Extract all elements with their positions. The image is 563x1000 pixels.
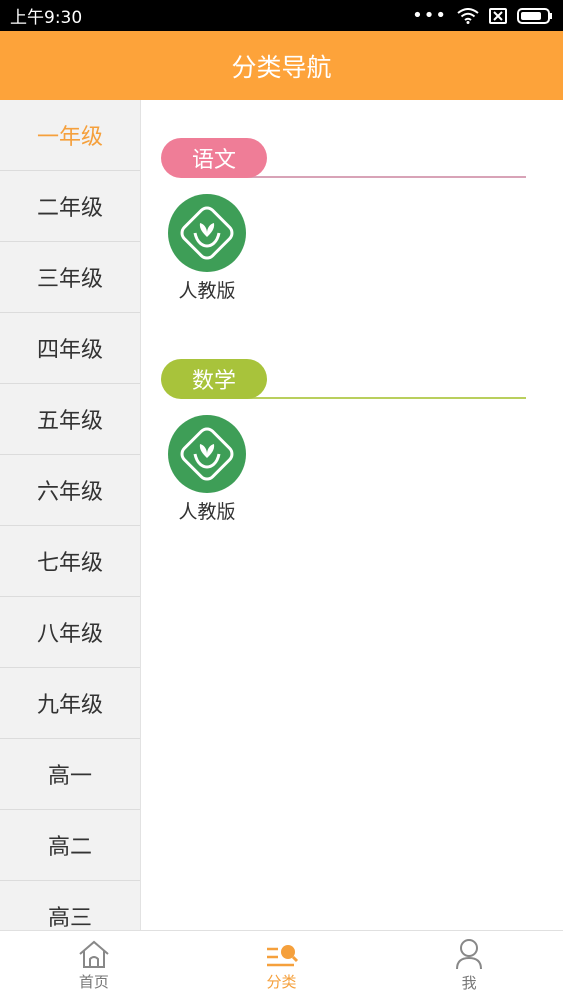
sidebar-item-label: 五年级 [36, 409, 103, 434]
status-bar: 上午9:30 ••• [0, 0, 563, 31]
user-icon [456, 939, 483, 970]
grade-sidebar: 一年级 二年级 三年级 四年级 五年级 六年级 七年级 八年级 九年级 高一 高… [0, 100, 141, 930]
sidebar-item-grade-2[interactable]: 二年级 [0, 171, 140, 242]
sidebar-item-grade-5[interactable]: 五年级 [0, 384, 140, 455]
bottom-tab-bar: 首页 分类 我 [0, 930, 563, 1000]
sidebar-item-senior-1[interactable]: 高一 [0, 739, 140, 810]
battery-icon [517, 7, 552, 24]
tab-label: 分类 [266, 973, 297, 991]
tab-home[interactable]: 首页 [0, 931, 188, 1000]
sidebar-item-grade-3[interactable]: 三年级 [0, 242, 140, 313]
sidebar-item-senior-2[interactable]: 高二 [0, 810, 140, 881]
section-header: 数学 [161, 359, 526, 401]
book-pep-chinese[interactable]: 人教版 [167, 194, 247, 303]
more-dots-icon: ••• [412, 4, 447, 26]
subject-section-math: 数学 人教版 [161, 359, 526, 523]
home-icon [79, 940, 109, 968]
sidebar-item-label: 高二 [47, 835, 92, 860]
book-label: 人教版 [178, 280, 236, 302]
subject-title: 数学 [191, 369, 236, 394]
sidebar-item-grade-8[interactable]: 八年级 [0, 597, 140, 668]
textbook-publisher-icon [168, 415, 246, 493]
sidebar-item-grade-7[interactable]: 七年级 [0, 526, 140, 597]
sidebar-item-grade-6[interactable]: 六年级 [0, 455, 140, 526]
no-sim-icon [489, 7, 507, 24]
sidebar-item-label: 二年级 [36, 196, 103, 221]
textbook-publisher-icon [168, 194, 246, 272]
sidebar-item-label: 高三 [47, 906, 92, 930]
status-icons: ••• [412, 4, 553, 26]
sidebar-item-label: 八年级 [36, 622, 103, 647]
sidebar-item-grade-4[interactable]: 四年级 [0, 313, 140, 384]
wifi-icon [457, 7, 479, 24]
sidebar-item-label: 三年级 [36, 267, 103, 292]
tab-me[interactable]: 我 [375, 931, 563, 1000]
section-divider [221, 397, 526, 399]
tab-category[interactable]: 分类 [188, 931, 376, 1000]
sidebar-item-label: 四年级 [36, 338, 103, 363]
subject-content: 语文 人教版 数学 人教版 [141, 100, 563, 930]
page-title: 分类导航 [231, 52, 332, 82]
subject-title: 语文 [191, 148, 236, 173]
sidebar-item-senior-3[interactable]: 高三 [0, 881, 140, 930]
book-label: 人教版 [178, 501, 236, 523]
tab-label: 首页 [78, 973, 109, 991]
sidebar-item-label: 六年级 [36, 480, 103, 505]
sidebar-item-label: 七年级 [36, 551, 103, 576]
subject-pill-chinese: 语文 [161, 138, 267, 178]
section-header: 语文 [161, 138, 526, 180]
sidebar-item-label: 九年级 [36, 693, 103, 718]
sidebar-item-label: 高一 [47, 764, 92, 789]
header-bar: 分类导航 [0, 31, 563, 100]
sidebar-item-grade-1[interactable]: 一年级 [0, 100, 140, 171]
section-divider [221, 176, 526, 178]
category-search-icon [266, 945, 298, 967]
subject-section-chinese: 语文 人教版 [161, 138, 526, 302]
status-time: 上午9:30 [10, 8, 83, 28]
subject-pill-math: 数学 [161, 359, 267, 399]
book-pep-math[interactable]: 人教版 [167, 415, 247, 524]
sidebar-item-grade-9[interactable]: 九年级 [0, 668, 140, 739]
tab-label: 我 [461, 974, 477, 992]
sidebar-item-label: 一年级 [36, 125, 103, 150]
